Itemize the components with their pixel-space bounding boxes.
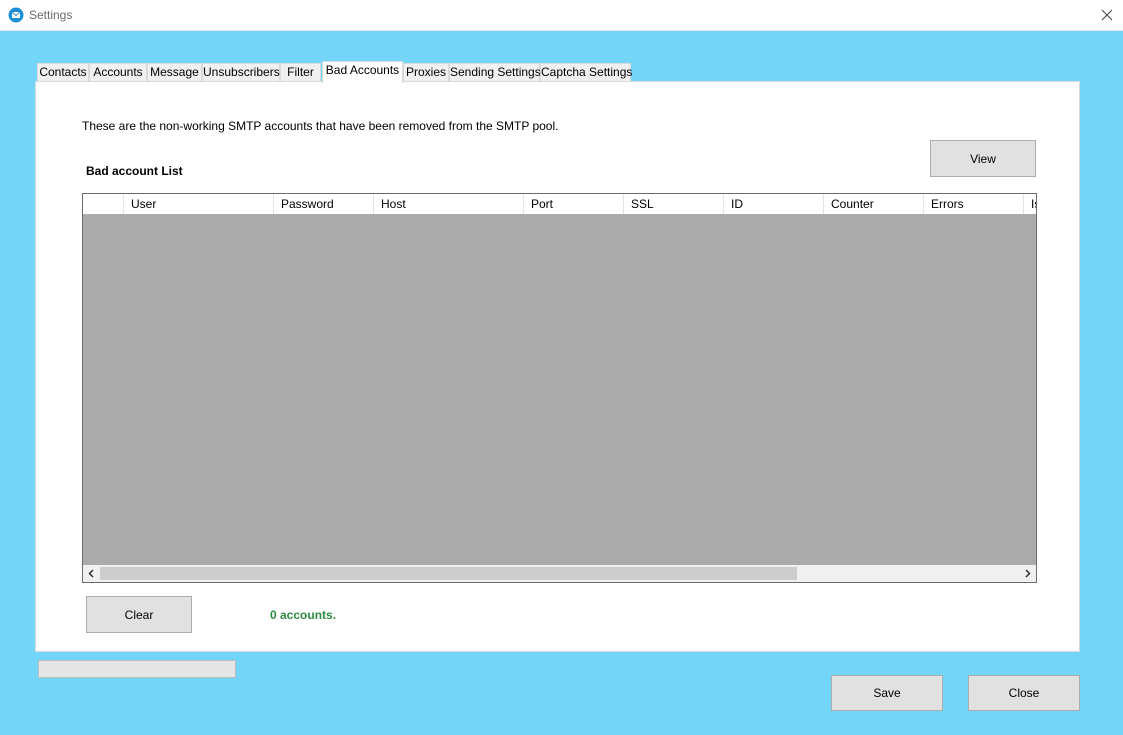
tab-unsubscribers[interactable]: Unsubscribers xyxy=(202,63,280,82)
horizontal-scrollbar[interactable] xyxy=(83,565,1036,582)
scrollbar-thumb[interactable] xyxy=(100,567,797,580)
grid-header-row: User Password Host Port SSL ID Counter E… xyxy=(83,194,1036,214)
tab-contacts[interactable]: Contacts xyxy=(37,63,89,82)
close-icon[interactable] xyxy=(1091,0,1123,30)
progress-bar xyxy=(38,660,236,678)
tab-sending-settings[interactable]: Sending Settings xyxy=(449,63,541,82)
view-button[interactable]: View xyxy=(930,140,1036,177)
mail-app-icon xyxy=(8,7,24,23)
tab-bad-accounts[interactable]: Bad Accounts xyxy=(322,61,403,83)
row-header-corner xyxy=(83,194,124,214)
save-button[interactable]: Save xyxy=(831,675,943,711)
column-header-host[interactable]: Host xyxy=(374,194,524,214)
tab-accounts[interactable]: Accounts xyxy=(89,63,147,82)
description-text: These are the non-working SMTP accounts … xyxy=(82,119,559,133)
tab-message[interactable]: Message xyxy=(147,63,202,82)
column-header-port[interactable]: Port xyxy=(524,194,624,214)
column-header-ssl[interactable]: SSL xyxy=(624,194,724,214)
column-header-user[interactable]: User xyxy=(124,194,274,214)
scroll-left-icon[interactable] xyxy=(83,565,100,582)
column-header-is[interactable]: Is xyxy=(1024,194,1036,214)
bad-accounts-grid[interactable]: User Password Host Port SSL ID Counter E… xyxy=(82,193,1037,583)
column-header-counter[interactable]: Counter xyxy=(824,194,924,214)
close-button[interactable]: Close xyxy=(968,675,1080,711)
tab-captcha-settings[interactable]: Captcha Settings xyxy=(540,63,632,82)
scroll-right-icon[interactable] xyxy=(1019,565,1036,582)
account-count: 0 accounts. xyxy=(270,608,337,622)
clear-button[interactable]: Clear xyxy=(86,596,192,633)
column-header-password[interactable]: Password xyxy=(274,194,374,214)
tab-filter[interactable]: Filter xyxy=(280,63,321,82)
window-title: Settings xyxy=(29,8,73,22)
tab-proxies[interactable]: Proxies xyxy=(403,63,449,82)
bad-account-list-label: Bad account List xyxy=(86,164,183,178)
column-header-errors[interactable]: Errors xyxy=(924,194,1024,214)
title-bar: Settings xyxy=(0,0,1123,31)
column-header-id[interactable]: ID xyxy=(724,194,824,214)
